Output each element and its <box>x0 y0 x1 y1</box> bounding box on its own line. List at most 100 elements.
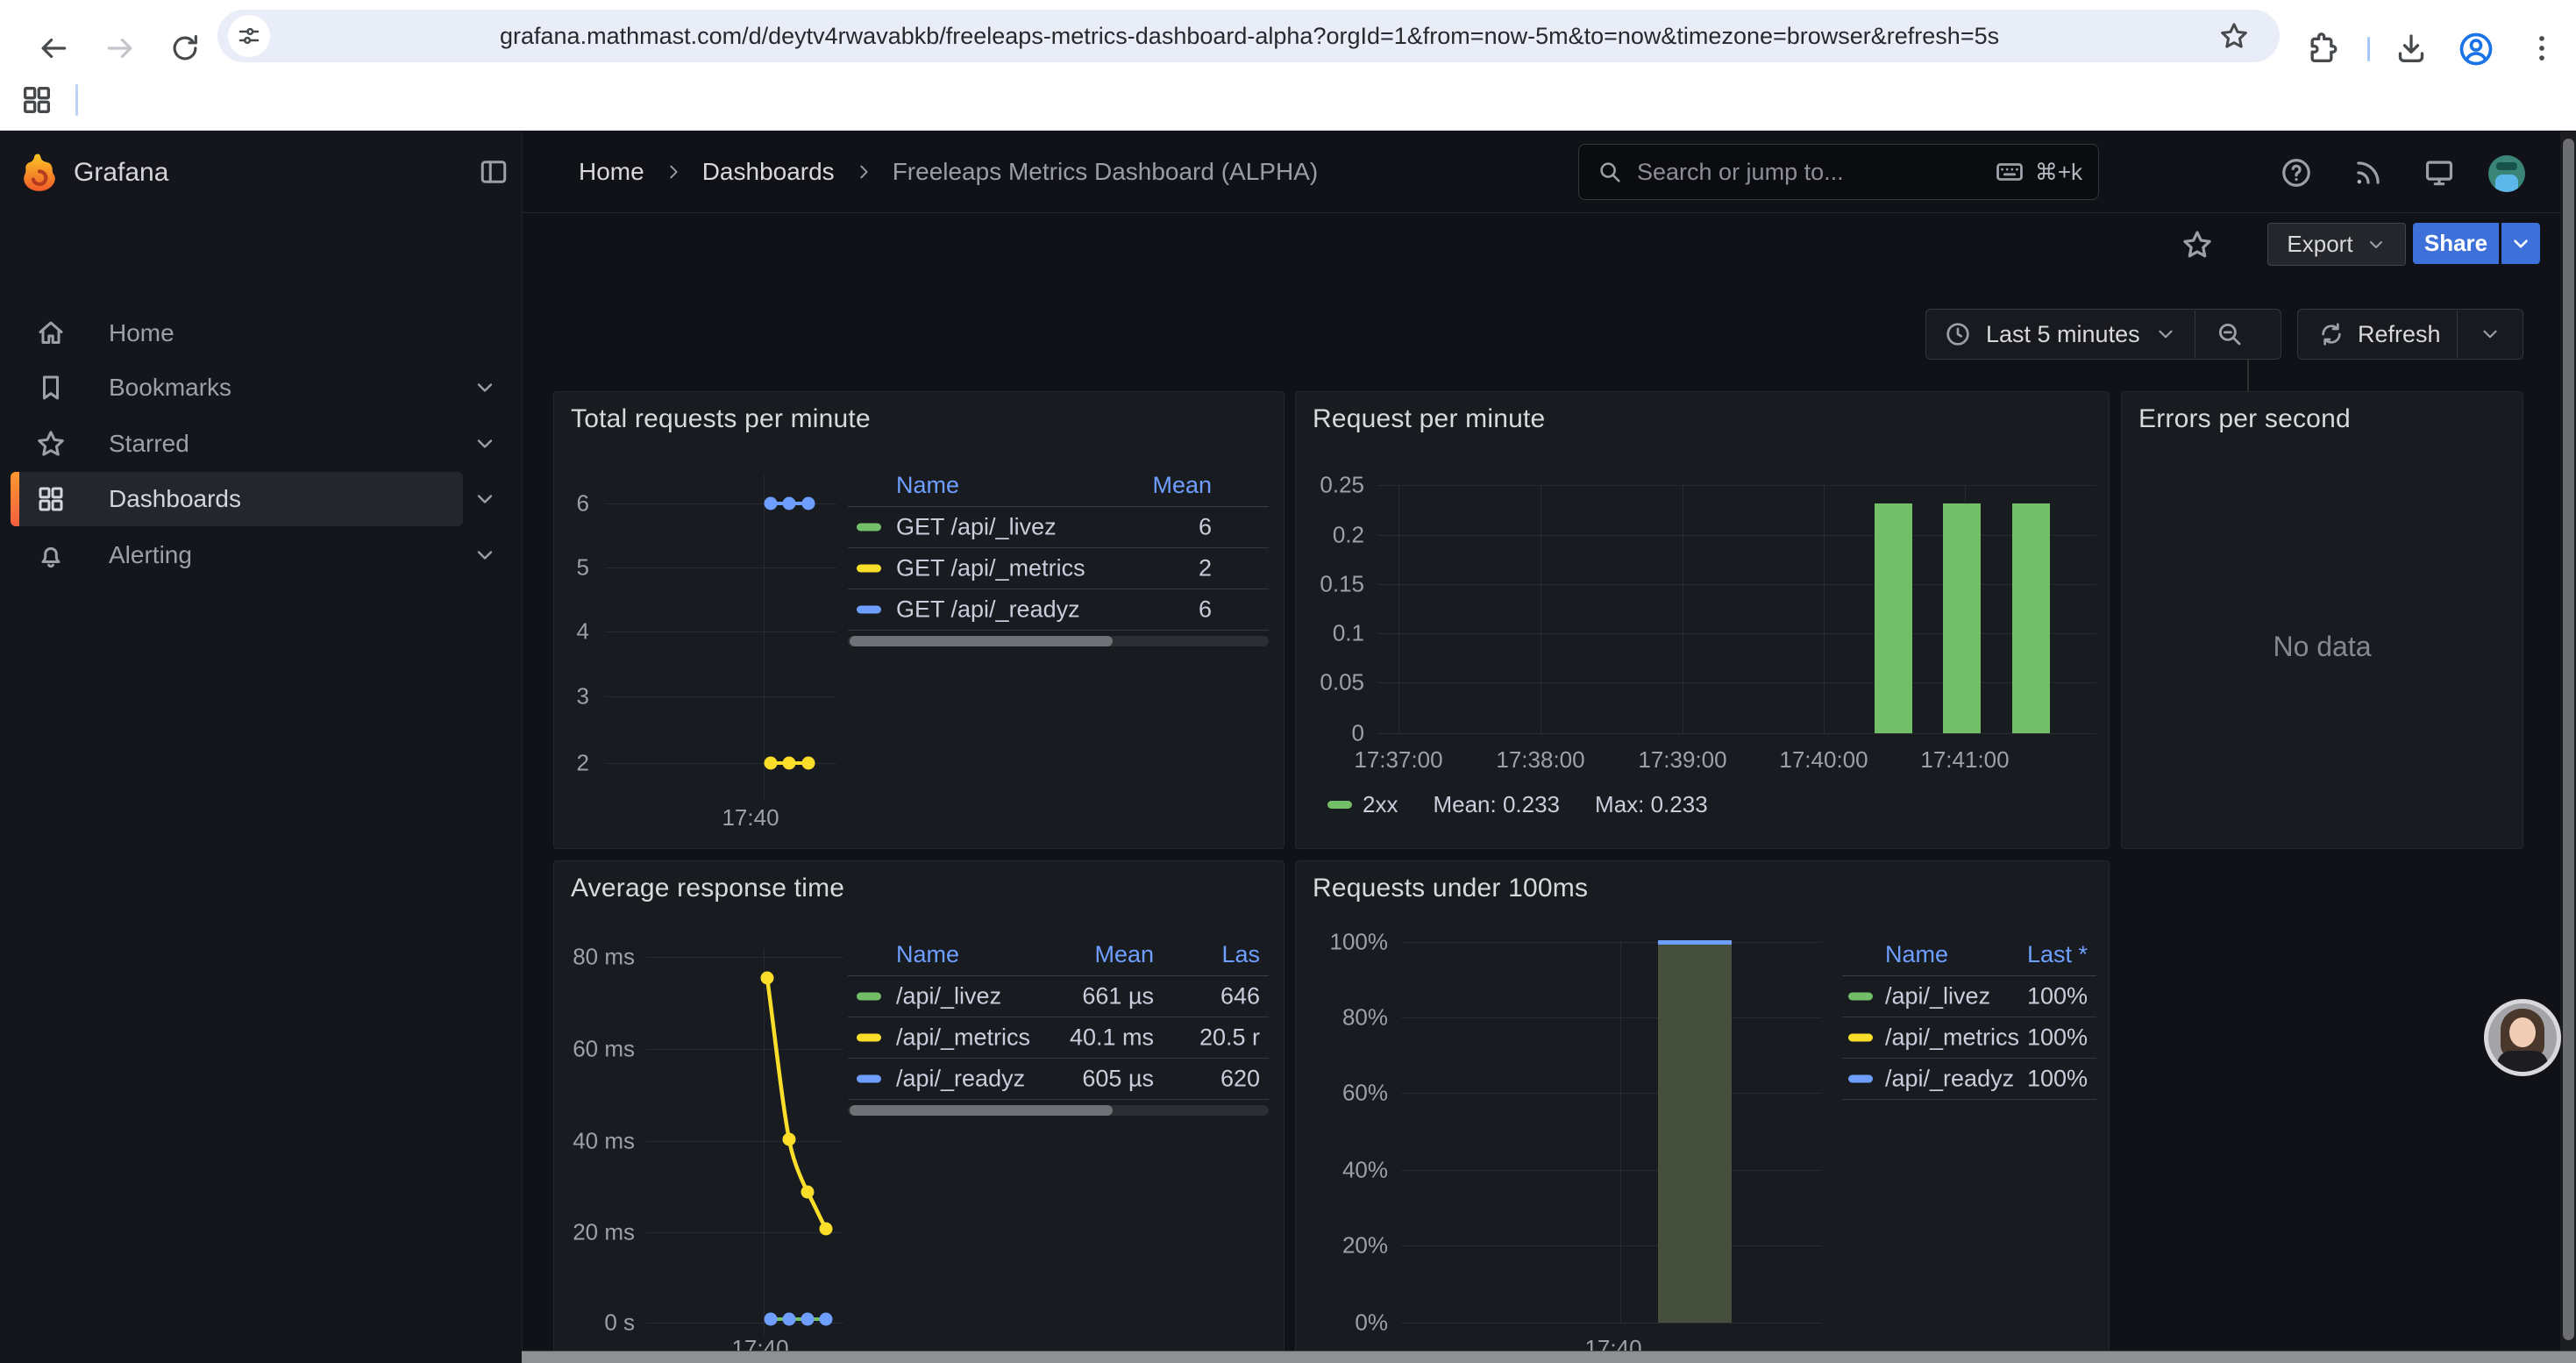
bookmark-star-icon[interactable] <box>2218 20 2250 52</box>
bar-2xx <box>1943 503 1981 733</box>
gridline <box>1401 1245 1822 1246</box>
data-point <box>802 497 815 510</box>
y-tick: 40% <box>1296 1157 1388 1184</box>
y-tick: 100% <box>1296 929 1388 956</box>
share-button[interactable]: Share <box>2413 223 2499 264</box>
legend-row[interactable]: GET /api/_livez 6 <box>848 506 1269 548</box>
legend-col-last[interactable]: Las <box>1221 941 1260 968</box>
url-text[interactable]: grafana.mathmast.com/d/deytv4rwavabkb/fr… <box>500 10 1999 62</box>
legend-scrollbar-thumb[interactable] <box>850 636 1113 646</box>
chevron-down-icon[interactable] <box>473 375 497 400</box>
breadcrumb-home[interactable]: Home <box>579 158 644 186</box>
y-tick: 0.1 <box>1296 620 1364 647</box>
sidebar-item-bookmarks[interactable]: Bookmarks <box>0 361 522 414</box>
legend-scrollbar-thumb[interactable] <box>850 1105 1113 1116</box>
refresh-button[interactable]: Refresh <box>2297 309 2523 360</box>
panel-title[interactable]: Total requests per minute <box>571 404 871 434</box>
grafana-header: Grafana Home Dashboards Freeleaps Metric… <box>0 132 2576 213</box>
legend-row[interactable]: /api/_readyz 605 µs 620 <box>848 1058 1269 1100</box>
legend-col-name[interactable]: Name <box>1885 941 1948 968</box>
chevron-down-icon[interactable] <box>473 543 497 567</box>
dashboards-grid-icon <box>35 483 67 515</box>
toolbar-vertical-divider <box>2247 355 2249 394</box>
legend-col-name[interactable]: Name <box>896 472 959 499</box>
legend-col-mean[interactable]: Mean <box>1152 472 1212 499</box>
export-label: Export <box>2287 231 2352 258</box>
time-range-label: Last 5 minutes <box>1986 321 2140 348</box>
legend-col-name[interactable]: Name <box>896 941 959 968</box>
time-range-picker[interactable]: Last 5 minutes <box>1925 309 2281 360</box>
panel-title[interactable]: Errors per second <box>2138 404 2351 434</box>
panel-requests-under-100ms: Requests under 100ms 100% 80% 60% 40% 20… <box>1295 860 2110 1363</box>
series-color-pill <box>1327 801 1352 809</box>
chevron-down-icon <box>2366 234 2387 255</box>
download-icon[interactable] <box>2394 32 2429 67</box>
gridline <box>1377 584 2096 585</box>
legend-row[interactable]: /api/_readyz 100% <box>1842 1058 2096 1100</box>
legend-item-2xx[interactable]: 2xx Mean: 0.233 Max: 0.233 <box>1327 791 1708 817</box>
brand-label[interactable]: Grafana <box>74 158 168 188</box>
sidebar-item-alerting[interactable]: Alerting <box>0 529 522 582</box>
panel-title[interactable]: Request per minute <box>1313 404 1545 434</box>
data-point <box>802 757 815 770</box>
grafana-app: Grafana Home Dashboards Freeleaps Metric… <box>0 132 2576 1363</box>
legend-row[interactable]: /api/_metrics 40.1 ms 20.5 r <box>848 1017 1269 1059</box>
data-point <box>783 497 796 510</box>
grafana-logo[interactable] <box>19 153 60 193</box>
screen: grafana.mathmast.com/d/deytv4rwavabkb/fr… <box>0 0 2576 1363</box>
legend-col-mean[interactable]: Mean <box>1094 941 1154 968</box>
site-settings-icon[interactable] <box>228 15 270 57</box>
series-color-pill <box>1848 992 1873 1000</box>
refresh-icon <box>2317 320 2345 348</box>
legend-row[interactable]: GET /api/_metrics 2 <box>848 547 1269 589</box>
x-tick: 17:40 <box>722 804 779 831</box>
apps-grid-icon[interactable] <box>19 82 54 118</box>
data-point <box>801 1313 815 1326</box>
share-menu-button[interactable] <box>2501 223 2540 264</box>
y-tick: 20% <box>1296 1232 1388 1260</box>
sidebar-item-starred[interactable]: Starred <box>0 417 522 470</box>
chevron-down-icon[interactable] <box>473 487 497 511</box>
chevron-down-icon[interactable] <box>473 432 497 456</box>
help-icon[interactable] <box>2280 156 2313 189</box>
share-label: Share <box>2424 230 2487 257</box>
panel-title[interactable]: Requests under 100ms <box>1313 874 1588 903</box>
chevron-down-icon <box>2154 323 2177 346</box>
zoom-out-icon[interactable] <box>2215 319 2245 349</box>
refresh-label: Refresh <box>2358 321 2441 348</box>
dock-sidebar-icon[interactable] <box>478 156 509 188</box>
reload-icon[interactable] <box>168 32 202 65</box>
url-bar[interactable]: grafana.mathmast.com/d/deytv4rwavabkb/fr… <box>217 10 2280 62</box>
legend-col-last[interactable]: Last * <box>2027 941 2088 968</box>
legend-row[interactable]: GET /api/_readyz 6 <box>848 589 1269 631</box>
vertical-scrollbar-thumb[interactable] <box>2563 139 2574 1340</box>
star-icon <box>35 428 67 460</box>
chevron-down-icon[interactable] <box>2479 323 2501 346</box>
extensions-icon[interactable] <box>2304 32 2339 67</box>
menu-kebab-icon[interactable] <box>2525 32 2558 65</box>
news-rss-icon[interactable] <box>2352 156 2385 189</box>
legend-row[interactable]: /api/_metrics 100% <box>1842 1017 2096 1059</box>
sidebar-item-home[interactable]: Home <box>0 307 522 360</box>
user-avatar[interactable] <box>2488 155 2525 192</box>
sidebar-item-dashboards[interactable]: Dashboards <box>0 473 522 525</box>
bookmarks-bar: Freeleaps 收藏博客 <box>0 72 2576 131</box>
breadcrumb-dashboards[interactable]: Dashboards <box>702 158 835 186</box>
legend-row[interactable]: /api/_livez 661 µs 646 <box>848 975 1269 1017</box>
forward-icon[interactable] <box>103 32 137 65</box>
y-tick: 5 <box>554 554 589 582</box>
favorite-star-icon[interactable] <box>2181 228 2214 261</box>
bar-2xx <box>2012 503 2050 733</box>
assistant-avatar-widget[interactable] <box>2484 999 2561 1076</box>
horizontal-scrollbar[interactable] <box>522 1351 2576 1363</box>
sidebar-item-label: Starred <box>109 430 189 458</box>
y-tick: 0.15 <box>1296 571 1364 598</box>
kiosk-monitor-icon[interactable] <box>2423 156 2456 189</box>
avatar-face <box>2509 1017 2536 1047</box>
back-icon[interactable] <box>37 32 70 65</box>
profile-icon[interactable] <box>2457 30 2495 68</box>
search-input[interactable]: Search or jump to... ⌘+k <box>1578 144 2099 200</box>
sidebar-item-label: Bookmarks <box>109 374 231 402</box>
legend-row[interactable]: /api/_livez 100% <box>1842 975 2096 1017</box>
export-button[interactable]: Export <box>2267 223 2406 266</box>
